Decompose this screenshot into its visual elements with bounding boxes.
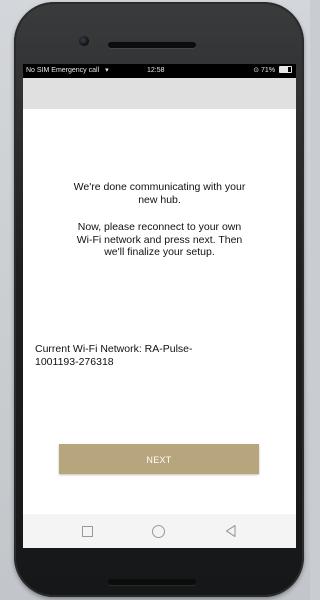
battery-percent: 71%	[261, 67, 276, 74]
done-communicating-message: We're done communicating with your new h…	[73, 181, 246, 206]
front-camera-icon	[79, 36, 89, 46]
data-sync-icon: ⊙	[253, 67, 260, 74]
app-header-bar	[23, 78, 296, 109]
android-nav-bar	[23, 514, 296, 548]
earpiece-speaker	[108, 42, 196, 48]
wifi-icon: ▾	[105, 67, 109, 74]
circle-icon[interactable]	[152, 525, 165, 538]
setup-content: We're done communicating with your new h…	[23, 109, 296, 514]
status-carrier: No SIM Emergency call ▾	[26, 64, 109, 78]
current-wifi-network: Current Wi-Fi Network: RA-Pulse-1001193-…	[35, 343, 193, 368]
status-right: ⊙ 71%	[253, 64, 292, 78]
device-frame-background: No SIM Emergency call ▾ 12:58 ⊙ 71% We'r…	[0, 0, 310, 600]
status-bar: No SIM Emergency call ▾ 12:58 ⊙ 71%	[23, 64, 296, 78]
status-time: 12:58	[147, 67, 165, 74]
bottom-speaker	[108, 579, 196, 585]
battery-level-fill	[280, 67, 288, 72]
next-button[interactable]: NEXT	[59, 444, 259, 474]
triangle-back-icon[interactable]	[224, 524, 238, 538]
phone-screen: No SIM Emergency call ▾ 12:58 ⊙ 71% We'r…	[23, 64, 296, 548]
square-icon[interactable]	[82, 526, 93, 537]
status-left-text: No SIM Emergency call	[26, 67, 100, 74]
reconnect-instructions: Now, please reconnect to your own Wi-Fi …	[76, 221, 243, 258]
battery-icon	[279, 66, 292, 73]
